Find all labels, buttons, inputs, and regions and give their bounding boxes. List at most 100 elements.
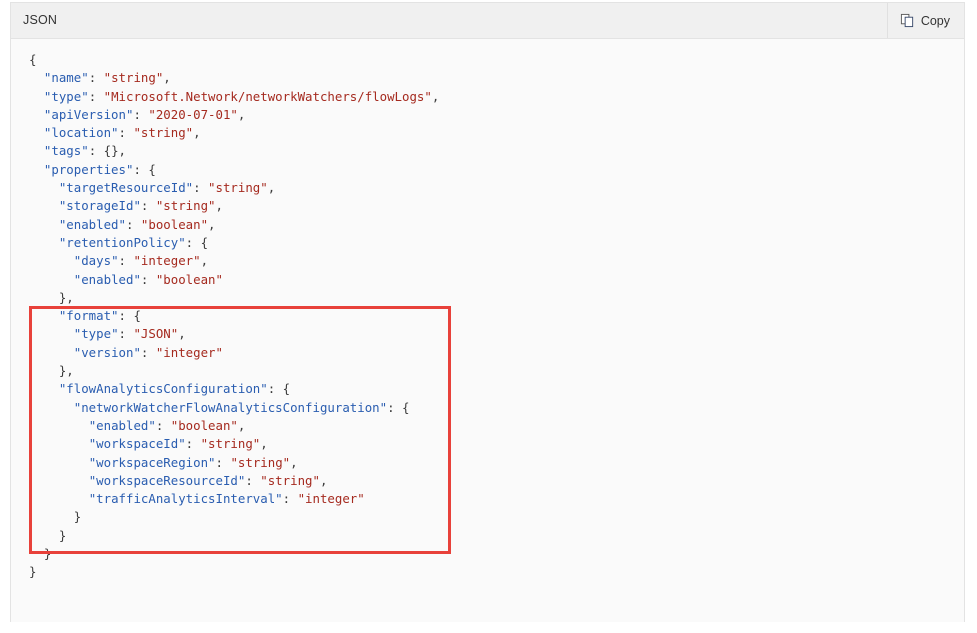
code-line: "workspaceId": "string", <box>11 435 439 453</box>
copy-pages-icon <box>900 13 915 28</box>
json-punctuation: , <box>290 454 298 470</box>
json-key: "retentionPolicy" <box>58 234 186 250</box>
json-string-value: "string" <box>260 472 320 488</box>
copy-button[interactable]: Copy <box>888 3 964 38</box>
json-string-value: "boolean" <box>170 417 238 433</box>
code-line: "retentionPolicy": { <box>11 234 439 252</box>
json-string-value: "Microsoft.Network/networkWatchers/flowL… <box>103 88 432 104</box>
json-punctuation: : { <box>267 381 291 397</box>
json-key: "targetResourceId" <box>58 180 194 196</box>
json-punctuation: } <box>43 546 52 562</box>
json-code-body[interactable]: { "name": "string", "type": "Microsoft.N… <box>11 39 964 622</box>
json-punctuation: : { <box>387 399 410 415</box>
json-punctuation: : <box>282 491 298 507</box>
json-key: "properties" <box>43 161 134 177</box>
code-line: }, <box>11 289 439 307</box>
copy-button-label: Copy <box>920 13 950 28</box>
json-key: "days" <box>73 253 119 269</box>
code-line: "tags": {}, <box>11 142 439 160</box>
code-line: } <box>11 508 439 526</box>
code-line: } <box>11 545 439 563</box>
panel-title: JSON <box>23 13 58 28</box>
json-punctuation: , <box>319 472 328 488</box>
code-line: "trafficAnalyticsInterval": "integer" <box>11 490 439 508</box>
json-code-block: { "name": "string", "type": "Microsoft.N… <box>11 39 439 582</box>
json-punctuation: : <box>193 180 209 196</box>
json-punctuation: : <box>88 88 104 104</box>
json-punctuation: } <box>58 527 67 543</box>
json-string-value: "string" <box>133 125 194 141</box>
json-string-value: "boolean" <box>155 271 223 287</box>
code-line: "properties": { <box>11 161 439 179</box>
json-key: "flowAnalyticsConfiguration" <box>58 381 268 397</box>
json-punctuation: }, <box>58 363 74 379</box>
json-string-value: "integer" <box>297 491 365 507</box>
json-punctuation: : <box>118 253 134 269</box>
json-punctuation: : <box>133 106 149 122</box>
json-punctuation: } <box>73 509 82 525</box>
json-punctuation: : <box>140 271 156 287</box>
json-punctuation: { <box>29 52 37 67</box>
code-line: "days": "integer", <box>11 252 439 270</box>
json-punctuation: : <box>185 436 201 452</box>
json-punctuation: : <box>215 454 231 470</box>
code-line: "apiVersion": "2020-07-01", <box>11 106 439 124</box>
json-punctuation: }, <box>58 289 74 305</box>
json-punctuation: : <box>118 326 134 342</box>
json-punctuation: : { <box>133 161 156 177</box>
json-key: "storageId" <box>58 198 141 214</box>
json-punctuation: : { <box>185 234 209 250</box>
code-line: "networkWatcherFlowAnalyticsConfiguratio… <box>11 399 439 417</box>
code-line: { <box>11 51 439 69</box>
json-key: "enabled" <box>73 271 141 287</box>
json-punctuation: : <box>140 344 156 360</box>
code-line: "type": "Microsoft.Network/networkWatche… <box>11 88 439 106</box>
json-punctuation: , <box>163 70 171 86</box>
json-key: "workspaceResourceId" <box>88 472 246 488</box>
json-punctuation: : <box>88 70 104 86</box>
json-punctuation: , <box>178 326 186 342</box>
json-punctuation: , <box>193 125 201 141</box>
panel-header: JSON Copy <box>11 3 964 39</box>
json-key: "tags" <box>43 143 89 159</box>
code-line: "location": "string", <box>11 124 439 142</box>
json-string-value: "integer" <box>155 344 223 360</box>
code-line: } <box>11 563 439 581</box>
code-line: "storageId": "string", <box>11 197 439 215</box>
code-line: "targetResourceId": "string", <box>11 179 439 197</box>
json-punctuation: , <box>237 106 246 122</box>
json-string-value: "string" <box>155 198 216 214</box>
json-punctuation: : <box>118 125 134 141</box>
code-line: "flowAnalyticsConfiguration": { <box>11 380 439 398</box>
json-key: "networkWatcherFlowAnalyticsConfiguratio… <box>73 399 388 415</box>
json-punctuation: } <box>29 564 37 580</box>
json-string-value: "boolean" <box>140 216 209 232</box>
json-string-value: "2020-07-01" <box>148 106 238 122</box>
code-line: }, <box>11 362 439 380</box>
json-key: "type" <box>73 326 119 342</box>
json-punctuation: , <box>260 436 268 452</box>
code-line: "type": "JSON", <box>11 325 439 343</box>
code-line: "workspaceResourceId": "string", <box>11 472 439 490</box>
json-string-value: "JSON" <box>133 326 179 342</box>
json-key: "apiVersion" <box>43 106 134 122</box>
code-line: "enabled": "boolean", <box>11 216 439 234</box>
json-punctuation: , <box>208 216 216 232</box>
json-key: "format" <box>58 308 119 324</box>
code-line: "enabled": "boolean" <box>11 271 439 289</box>
header-actions: Copy <box>886 3 964 38</box>
code-line: } <box>11 527 439 545</box>
json-punctuation: : <box>125 216 141 232</box>
json-punctuation: , <box>200 253 209 269</box>
json-key: "workspaceRegion" <box>88 454 216 470</box>
json-punctuation: : { <box>118 308 141 324</box>
json-string-value: "string" <box>103 70 164 86</box>
json-key: "version" <box>73 344 141 360</box>
json-punctuation: , <box>267 180 276 196</box>
json-punctuation: : <box>245 472 261 488</box>
json-string-value: "string" <box>200 436 261 452</box>
json-string-value: "integer" <box>133 253 201 269</box>
json-punctuation: : <box>155 417 171 433</box>
json-punctuation: , <box>431 88 440 104</box>
code-line: "enabled": "boolean", <box>11 417 439 435</box>
